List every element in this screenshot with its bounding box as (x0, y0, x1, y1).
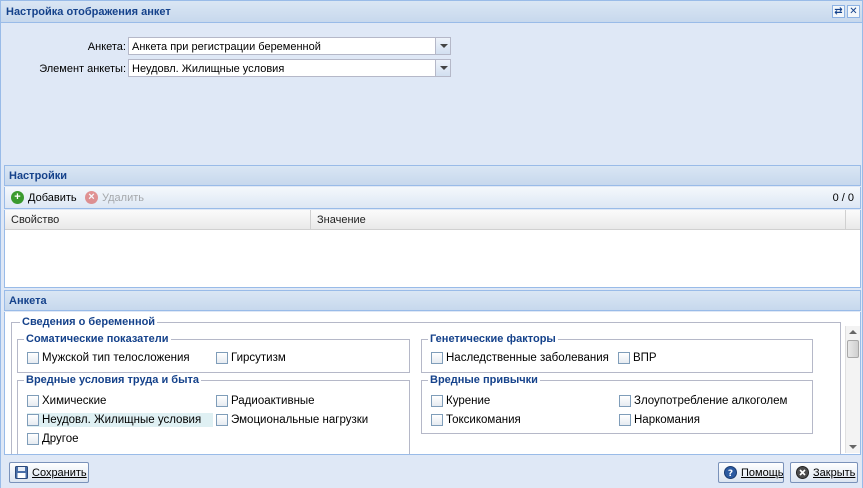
scroll-thumb[interactable] (847, 340, 859, 358)
pager-info: 0 / 0 (832, 192, 854, 204)
checkbox-box[interactable] (431, 414, 443, 426)
element-row: Элемент анкеты: (4, 60, 126, 78)
checkbox-box[interactable] (27, 352, 39, 364)
delete-icon: × (85, 191, 98, 204)
genetic-title: Генетические факторы (428, 333, 558, 345)
add-icon: + (11, 191, 24, 204)
checkbox-smoking[interactable]: Курение (431, 394, 511, 408)
delete-button[interactable]: × Удалить (85, 191, 147, 205)
help-label: Помощь (741, 467, 784, 479)
add-button[interactable]: + Добавить (11, 191, 79, 205)
section-title: Сведения о беременной (20, 316, 158, 328)
checkbox-box[interactable] (27, 433, 39, 445)
svg-text:?: ? (728, 469, 733, 479)
habits-title: Вредные привычки (428, 374, 540, 386)
column-value[interactable]: Значение (311, 210, 846, 230)
grid-header: Свойство Значение (5, 210, 860, 230)
checkbox-chemical[interactable]: Химические (27, 394, 127, 408)
checkbox-box[interactable] (619, 395, 631, 407)
settings-panel-header: Настройки (4, 165, 861, 186)
window-titlebar: Настройка отображения анкет ⇄ ✕ (1, 1, 862, 23)
checkbox-box[interactable] (619, 414, 631, 426)
settings-toolbar: + Добавить × Удалить 0 / 0 (4, 187, 861, 209)
checkbox-hirsutism[interactable]: Гирсутизм (216, 351, 306, 365)
chevron-down-icon[interactable] (435, 60, 450, 76)
close-button[interactable]: Закрыть (790, 462, 858, 483)
checkbox-drugs[interactable]: Наркомания (619, 413, 719, 427)
pregnant-info-fieldset: Сведения о беременной Соматические показ… (11, 316, 841, 454)
close-circle-icon (796, 466, 809, 479)
close-icon[interactable]: ✕ (847, 5, 860, 18)
window-title: Настройка отображения анкет (6, 6, 171, 18)
work-conditions-fieldset: Вредные условия труда и быта Химические … (17, 374, 410, 454)
checkbox-hereditary[interactable]: Наследственные заболевания (431, 351, 611, 365)
settings-title: Настройки (9, 170, 68, 182)
element-combo[interactable]: Неудовл. Жилищные условия (128, 59, 451, 77)
help-button[interactable]: ? Помощь (718, 462, 784, 483)
somatic-title: Соматические показатели (24, 333, 171, 345)
anketa-combo[interactable]: Анкета при регистрации беременной (128, 37, 451, 55)
refresh-icon[interactable]: ⇄ (832, 5, 845, 18)
element-label: Элемент анкеты: (39, 63, 126, 75)
checkbox-box[interactable] (216, 352, 228, 364)
checkbox-box[interactable] (431, 395, 443, 407)
delete-label: Удалить (102, 192, 144, 204)
checkbox-box[interactable] (216, 395, 228, 407)
anketa-label: Анкета: (87, 41, 126, 53)
settings-window: Настройка отображения анкет ⇄ ✕ Анкета: … (0, 0, 863, 488)
checkbox-radioactive[interactable]: Радиоактивные (216, 394, 326, 408)
habits-fieldset: Вредные привычки Курение Злоупотребление… (421, 374, 813, 434)
work-title: Вредные условия труда и быта (24, 374, 201, 386)
element-value: Неудовл. Жилищные условия (132, 63, 285, 75)
settings-grid: Свойство Значение (4, 210, 861, 288)
chevron-down-icon[interactable] (435, 38, 450, 54)
help-icon: ? (724, 466, 737, 479)
checkbox-box[interactable] (216, 414, 228, 426)
checkbox-box[interactable] (27, 395, 39, 407)
checkbox-other[interactable]: Другое (27, 432, 107, 446)
checkbox-alcohol[interactable]: Злоупотребление алкоголем (619, 394, 789, 408)
checkbox-housing[interactable]: Неудовл. Жилищные условия (27, 413, 213, 427)
close-label: Закрыть (813, 467, 856, 479)
checkbox-box[interactable] (431, 352, 443, 364)
checkbox-box[interactable] (618, 352, 630, 364)
anketa-title: Анкета (9, 295, 47, 307)
save-label: Сохранить (32, 467, 87, 479)
scroll-down-icon[interactable] (849, 445, 857, 449)
checkbox-male-body-type[interactable]: Мужской тип телосложения (27, 351, 207, 365)
anketa-value: Анкета при регистрации беременной (132, 41, 321, 53)
anketa-panel-header: Анкета (4, 290, 861, 311)
anketa-row: Анкета: (4, 38, 126, 56)
window-footer: Сохранить ? Помощь Закрыть (1, 457, 862, 488)
save-icon (15, 466, 28, 479)
checkbox-emotional[interactable]: Эмоциональные нагрузки (216, 413, 368, 427)
somatic-fieldset: Соматические показатели Мужской тип тело… (17, 333, 410, 373)
checkbox-box[interactable] (27, 414, 39, 426)
form-area: Анкета: Анкета при регистрации беременно… (4, 24, 861, 162)
anketa-body: Сведения о беременной Соматические показ… (4, 312, 861, 455)
add-label: Добавить (28, 192, 77, 204)
scroll-up-icon[interactable] (849, 330, 857, 334)
column-property[interactable]: Свойство (5, 210, 311, 230)
save-button[interactable]: Сохранить (9, 462, 89, 483)
genetic-fieldset: Генетические факторы Наследственные забо… (421, 333, 813, 373)
checkbox-vpr[interactable]: ВПР (618, 351, 668, 365)
checkbox-toxicomania[interactable]: Токсикомания (431, 413, 531, 427)
anketa-scrollbar[interactable] (845, 326, 860, 453)
